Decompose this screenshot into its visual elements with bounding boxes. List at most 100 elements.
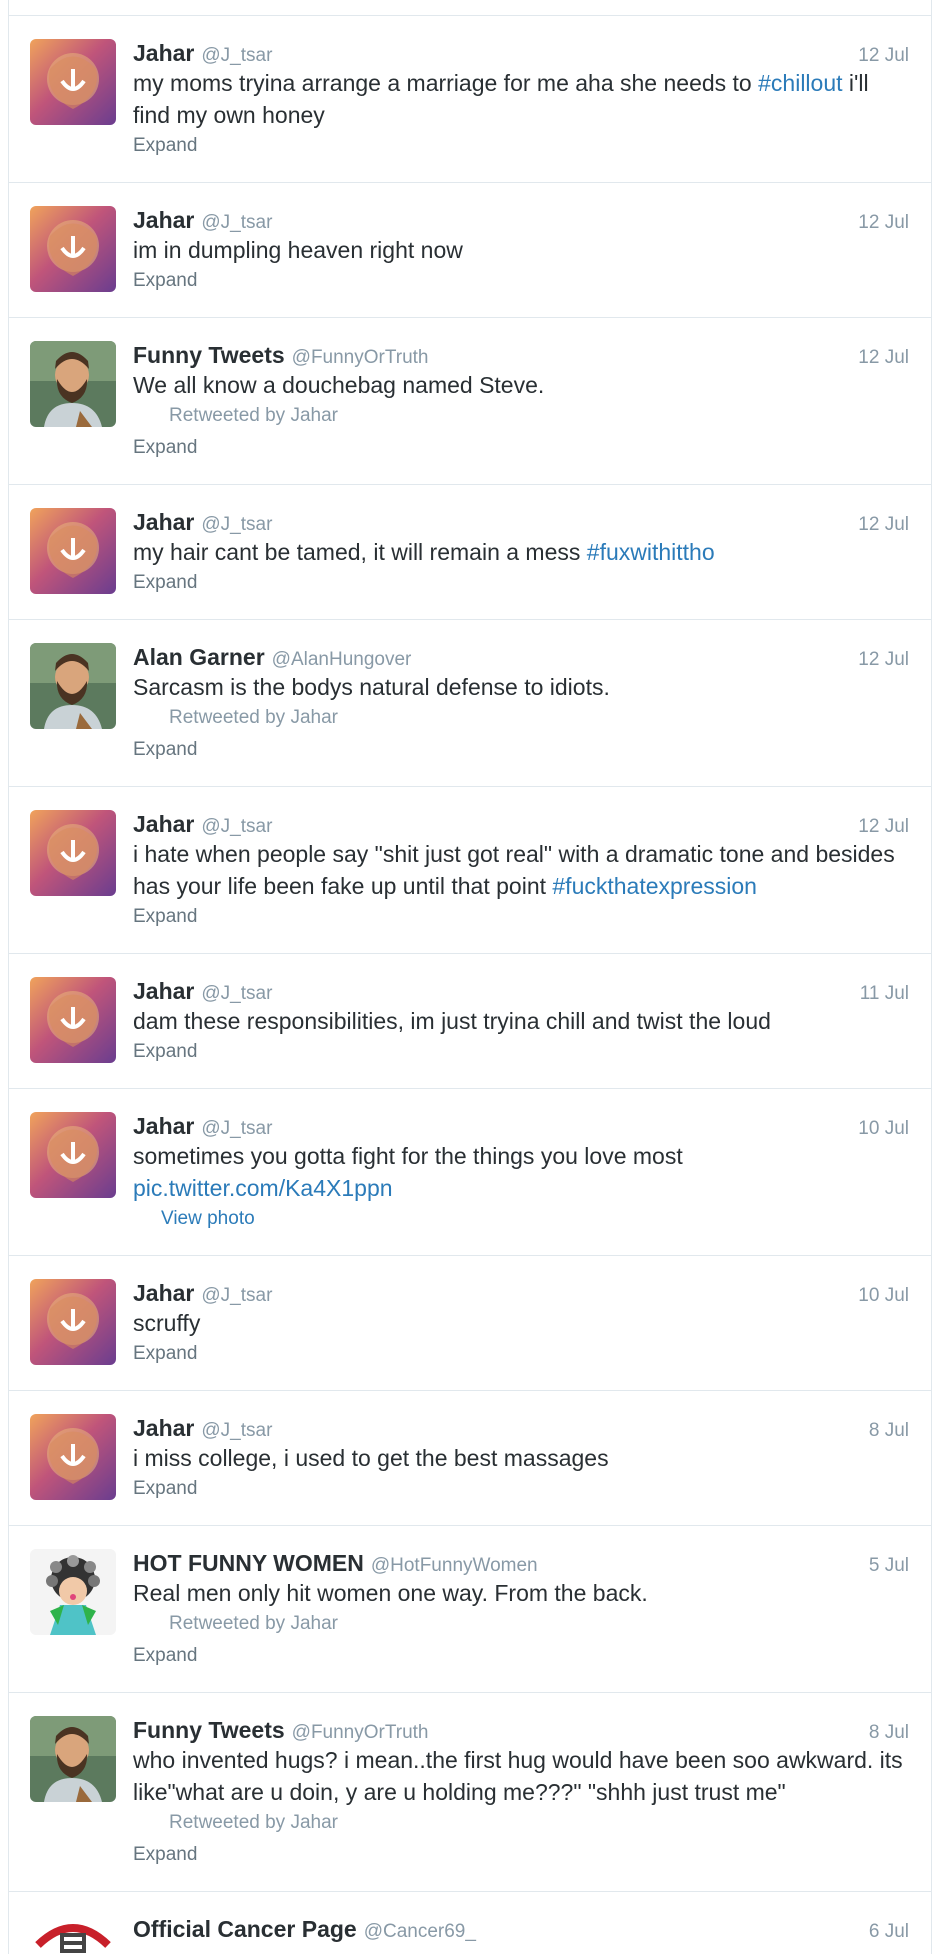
- jahar-lion-avatar[interactable]: [30, 1112, 116, 1198]
- tweet-header: Jahar @J_tsar 11 Jul: [133, 977, 909, 1005]
- author-name[interactable]: Jahar: [133, 206, 194, 234]
- tweet-header: Jahar @J_tsar 12 Jul: [133, 508, 909, 536]
- author-handle[interactable]: @J_tsar: [201, 42, 272, 70]
- tweet-header: Jahar @J_tsar 10 Jul: [133, 1279, 909, 1307]
- jahar-lion-avatar[interactable]: [30, 508, 116, 594]
- cancer-page-avatar[interactable]: [30, 1915, 116, 1954]
- author-handle[interactable]: @J_tsar: [201, 1115, 272, 1143]
- tweet-text-fragment: i hate when people say "shit just got re…: [133, 841, 895, 899]
- expand-link[interactable]: Expand: [133, 1641, 197, 1671]
- tweet-item[interactable]: Jahar @J_tsar 8 Jul i miss college, i used …: [9, 1391, 931, 1526]
- author-handle[interactable]: @J_tsar: [201, 1417, 272, 1445]
- author-handle[interactable]: @J_tsar: [201, 980, 272, 1008]
- author-handle[interactable]: @J_tsar: [201, 1282, 272, 1310]
- expand-link[interactable]: Expand: [133, 433, 197, 463]
- author-name[interactable]: Jahar: [133, 977, 194, 1005]
- tweet-timestamp[interactable]: 12 Jul: [858, 209, 909, 237]
- expand-link[interactable]: Expand: [133, 1474, 197, 1504]
- expand-link[interactable]: Expand: [133, 266, 197, 296]
- retweeted-by-label: Retweeted by Jahar: [169, 405, 338, 426]
- tweet-timestamp[interactable]: 5 Jul: [869, 1552, 909, 1580]
- author-handle[interactable]: @J_tsar: [201, 511, 272, 539]
- author-handle[interactable]: @J_tsar: [201, 813, 272, 841]
- tweet-timestamp[interactable]: 12 Jul: [858, 344, 909, 372]
- tweet-item[interactable]: Jahar @J_tsar 12 Jul i hate when people say…: [9, 787, 931, 954]
- tweet-timestamp[interactable]: 8 Jul: [869, 1719, 909, 1747]
- tweet-item[interactable]: Jahar @J_tsar 11 Jul dam these responsibili…: [9, 954, 931, 1089]
- view-photo-link[interactable]: View photo: [133, 1204, 255, 1234]
- author-handle[interactable]: @FunnyOrTruth: [292, 344, 429, 372]
- tweet-timestamp[interactable]: 10 Jul: [858, 1115, 909, 1143]
- tweet-item[interactable]: Jahar @J_tsar 10 Jul sometimes you gotta fi…: [9, 1089, 931, 1256]
- expand-link[interactable]: Expand: [133, 735, 197, 765]
- retweeted-by-label: Retweeted by Jahar: [169, 1812, 338, 1833]
- expand-link[interactable]: Expand: [133, 131, 197, 161]
- tweet-timestamp[interactable]: 12 Jul: [858, 511, 909, 539]
- author-handle[interactable]: @FunnyOrTruth: [292, 1719, 429, 1747]
- hashtag-link[interactable]: #fuckthatexpression: [552, 873, 757, 899]
- author-name[interactable]: Official Cancer Page: [133, 1915, 357, 1943]
- author-name[interactable]: Funny Tweets: [133, 1716, 285, 1744]
- tweet-header: Funny Tweets @FunnyOrTruth 12 Jul: [133, 341, 909, 369]
- tweet-text: my hair cant be tamed, it will remain a …: [133, 536, 909, 568]
- tweet-item[interactable]: HOT FUNNY WOMEN @HotFunnyWomen 5 Jul Real m…: [9, 1526, 931, 1693]
- expand-link[interactable]: Expand: [133, 568, 197, 598]
- author-name[interactable]: Funny Tweets: [133, 341, 285, 369]
- author-handle[interactable]: @AlanHungover: [272, 646, 412, 674]
- author-handle[interactable]: @Cancer69_: [364, 1918, 476, 1946]
- author-name[interactable]: Jahar: [133, 1414, 194, 1442]
- author-name[interactable]: Alan Garner: [133, 643, 265, 671]
- photo-link[interactable]: pic.twitter.com/Ka4X1ppn: [133, 1172, 909, 1204]
- jahar-lion-avatar[interactable]: [30, 1279, 116, 1365]
- expand-link[interactable]: Expand: [133, 902, 197, 932]
- tweet-text: who invented hugs? i mean..the first hug…: [133, 1747, 903, 1805]
- tweet-header: Jahar @J_tsar 12 Jul: [133, 39, 909, 67]
- tweet-item[interactable]: Funny Tweets @FunnyOrTruth 12 Jul We all kn…: [9, 318, 931, 485]
- tweet-text: sometimes you gotta fight for the things…: [133, 1143, 683, 1169]
- jahar-lion-avatar[interactable]: [30, 39, 116, 125]
- tweet-item[interactable]: Funny Tweets @FunnyOrTruth 8 Jul who invent…: [9, 1693, 931, 1892]
- tweet-text-fragment: my hair cant be tamed, it will remain a …: [133, 539, 587, 565]
- bearded-man-avatar[interactable]: [30, 1716, 116, 1802]
- author-name[interactable]: Jahar: [133, 508, 194, 536]
- author-handle[interactable]: @HotFunnyWomen: [371, 1552, 538, 1580]
- tweet-text: i hate when people say "shit just got re…: [133, 838, 909, 902]
- tweet-timestamp[interactable]: 10 Jul: [858, 1282, 909, 1310]
- tweet-text: We all know a douchebag named Steve.: [133, 372, 545, 398]
- tweet-timestamp[interactable]: 12 Jul: [858, 42, 909, 70]
- tweet-timestamp[interactable]: 12 Jul: [858, 646, 909, 674]
- author-name[interactable]: HOT FUNNY WOMEN: [133, 1549, 364, 1577]
- author-name[interactable]: Jahar: [133, 1279, 194, 1307]
- tweet-item[interactable]: Jahar @J_tsar 12 Jul my hair cant be tamed,…: [9, 485, 931, 620]
- expand-link[interactable]: Expand: [133, 1339, 197, 1369]
- retweeted-by-label: Retweeted by Jahar: [169, 707, 338, 728]
- jahar-lion-avatar[interactable]: [30, 977, 116, 1063]
- bearded-man-avatar[interactable]: [30, 643, 116, 729]
- tweet-item[interactable]: Jahar @J_tsar 10 Jul scruffy Expand: [9, 1256, 931, 1391]
- jahar-lion-avatar[interactable]: [30, 1414, 116, 1500]
- tweet-item[interactable]: Jahar @J_tsar 12 Jul im in dumpling heaven …: [9, 183, 931, 318]
- retweeted-by-label: Retweeted by Jahar: [169, 1613, 338, 1634]
- author-name[interactable]: Jahar: [133, 1112, 194, 1140]
- tweet-timestamp[interactable]: 6 Jul: [869, 1918, 909, 1946]
- author-handle[interactable]: @J_tsar: [201, 209, 272, 237]
- tweet-timestamp[interactable]: 11 Jul: [860, 980, 909, 1008]
- tweet-item[interactable]: Alan Garner @AlanHungover 12 Jul Sarcasm is…: [9, 620, 931, 787]
- tweet-timestamp[interactable]: 8 Jul: [869, 1417, 909, 1445]
- tweet-header: Alan Garner @AlanHungover 12 Jul: [133, 643, 909, 671]
- author-name[interactable]: Jahar: [133, 39, 194, 67]
- hashtag-link[interactable]: #fuxwithittho: [587, 539, 715, 565]
- expand-link[interactable]: Expand: [133, 1037, 197, 1067]
- author-name[interactable]: Jahar: [133, 810, 194, 838]
- jahar-lion-avatar[interactable]: [30, 810, 116, 896]
- tweet-timestamp[interactable]: 12 Jul: [858, 813, 909, 841]
- jahar-lion-avatar[interactable]: [30, 206, 116, 292]
- woman-curlers-avatar[interactable]: [30, 1549, 116, 1635]
- bearded-man-avatar[interactable]: [30, 341, 116, 427]
- tweet-header: Jahar @J_tsar 12 Jul: [133, 206, 909, 234]
- tweet-item[interactable]: Jahar @J_tsar 12 Jul my moms tryina arrange…: [9, 16, 931, 183]
- tweet-item[interactable]: Official Cancer Page @Cancer69_ 6 Jul: [9, 1892, 931, 1954]
- expand-link[interactable]: Expand: [133, 1840, 197, 1870]
- tweet-header: Jahar @J_tsar 12 Jul: [133, 810, 909, 838]
- hashtag-link[interactable]: #chillout: [758, 70, 842, 96]
